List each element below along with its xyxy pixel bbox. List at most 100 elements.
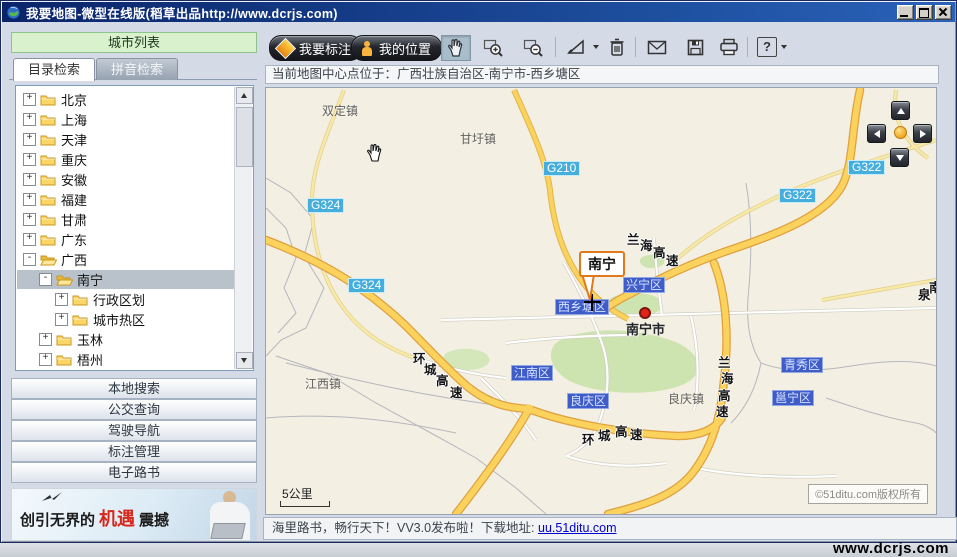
tree-item[interactable]: + 广东	[17, 230, 234, 249]
pan-down-button[interactable]	[890, 148, 909, 167]
expand-toggle-icon[interactable]: -	[39, 273, 52, 286]
pan-tool-button[interactable]	[441, 35, 471, 61]
save-icon	[687, 39, 704, 56]
scroll-up-button[interactable]	[236, 87, 253, 104]
town-label: 甘圩镇	[460, 130, 496, 147]
callout-pointer	[581, 273, 597, 302]
district-badge: 兴宁区	[623, 277, 665, 293]
expand-toggle-icon[interactable]: +	[39, 333, 52, 346]
help-button[interactable]: ?	[757, 37, 777, 57]
my-location-button[interactable]: 我的位置	[351, 35, 442, 61]
tree-item-label: 重庆	[61, 150, 87, 169]
town-label: 良庆镇	[668, 390, 704, 407]
email-tool-button[interactable]	[643, 35, 671, 59]
tree-item[interactable]: + 玉林	[17, 330, 234, 349]
tree-item[interactable]: +北京	[17, 90, 234, 109]
pan-left-button[interactable]	[867, 124, 886, 143]
cursor-hand-icon	[366, 143, 384, 163]
tree-item[interactable]: +上海	[17, 110, 234, 129]
tree-item[interactable]: +天津	[17, 130, 234, 149]
sidebar-section-1[interactable]: 本地搜索	[11, 378, 257, 399]
promo-text: 海里路书，畅行天下！VV3.0发布啦！下载地址:	[272, 521, 538, 535]
tree-item-label: 行政区划	[93, 290, 145, 309]
folder-closed-icon	[72, 293, 89, 306]
download-link[interactable]: uu.51ditu.com	[538, 521, 617, 535]
city-list-header: 城市列表	[11, 32, 257, 53]
town-label: 江西镇	[305, 375, 341, 392]
folder-closed-icon	[40, 133, 57, 146]
tree-item[interactable]: +甘肃	[17, 210, 234, 229]
folder-closed-icon	[40, 113, 57, 126]
road-badge: G210	[543, 161, 580, 176]
tree-item-label: 城市热区	[93, 310, 145, 329]
printer-icon	[719, 38, 739, 56]
ad-banner[interactable]: 创引无界的机遇震撼	[11, 488, 257, 541]
sidebar-section-5[interactable]: 电子路书	[11, 462, 257, 483]
sidebar: 城市列表 目录检索拼音检索 +北京+上海+天津+重庆+安徽+福建+甘肃+广东-广…	[9, 28, 259, 539]
scale-label: 5公里	[282, 485, 313, 502]
expand-toggle-icon[interactable]: +	[23, 173, 36, 186]
tree-item-label: 玉林	[77, 330, 103, 349]
tree-scrollbar[interactable]	[234, 87, 252, 369]
tree-item-label: 广东	[61, 230, 87, 249]
sidebar-section-4[interactable]: 标注管理	[11, 441, 257, 462]
expand-toggle-icon[interactable]: +	[23, 133, 36, 146]
tree-item[interactable]: +安徽	[17, 170, 234, 189]
map-callout-marker[interactable]: 南宁	[579, 251, 625, 277]
folder-closed-icon	[40, 93, 57, 106]
tree-item[interactable]: -广西	[17, 250, 234, 269]
tree-item-label: 南宁	[77, 270, 103, 289]
arrow-right-icon	[920, 130, 926, 138]
expand-toggle-icon[interactable]: +	[23, 93, 36, 106]
tree-item[interactable]: + 重庆	[17, 150, 234, 169]
tree-item[interactable]: +福建	[17, 190, 234, 209]
save-tool-button[interactable]	[681, 35, 709, 59]
tree-item[interactable]: +梧州	[17, 350, 234, 369]
tree-item[interactable]: - 南宁	[17, 270, 234, 289]
pan-center-button[interactable]	[894, 126, 907, 139]
zoom-in-tool-button[interactable]	[479, 35, 507, 59]
scale-bar	[280, 501, 330, 507]
ad-laptop	[210, 523, 245, 539]
sidebar-section-3[interactable]: 驾驶导航	[11, 420, 257, 441]
scroll-down-button[interactable]	[236, 352, 253, 369]
annotate-button[interactable]: 我要标注	[269, 35, 362, 61]
expand-toggle-icon[interactable]: +	[23, 233, 36, 246]
print-tool-button[interactable]	[715, 35, 743, 59]
expand-toggle-icon[interactable]: +	[23, 153, 36, 166]
expand-toggle-icon[interactable]: +	[23, 193, 36, 206]
tab-pinyin-search[interactable]: 拼音检索	[96, 58, 178, 80]
folder-closed-icon	[40, 153, 57, 166]
trash-icon	[609, 38, 625, 57]
folder-open-icon	[40, 253, 57, 266]
expand-toggle-icon[interactable]: +	[55, 293, 68, 306]
sidebar-section-2[interactable]: 公交查询	[11, 399, 257, 420]
tree-item[interactable]: + 城市热区	[17, 310, 234, 329]
scroll-thumb[interactable]	[236, 107, 253, 167]
help-dropdown-caret[interactable]	[781, 45, 787, 49]
measure-tool-button[interactable]	[563, 35, 591, 59]
folder-closed-icon	[40, 233, 57, 246]
expand-toggle-icon[interactable]: -	[23, 253, 36, 266]
district-badge: 邕宁区	[772, 390, 814, 406]
city-tree: +北京+上海+天津+重庆+安徽+福建+甘肃+广东-广西-南宁+行政区划+城市热区…	[15, 85, 254, 371]
expand-toggle-icon[interactable]: +	[23, 213, 36, 226]
expand-toggle-icon[interactable]: +	[55, 313, 68, 326]
expressway-label-char: 速	[716, 401, 729, 420]
pan-right-button[interactable]	[913, 124, 932, 143]
toolbar: 我要标注 我的位置	[263, 35, 949, 63]
zoom-out-tool-button[interactable]	[519, 35, 547, 59]
expand-toggle-icon[interactable]: +	[23, 113, 36, 126]
delete-tool-button[interactable]	[603, 35, 631, 59]
pan-up-button[interactable]	[891, 101, 910, 120]
measure-dropdown-caret[interactable]	[593, 45, 599, 49]
tab-directory-search[interactable]: 目录检索	[13, 58, 95, 81]
expressway-label-char: 城	[424, 359, 437, 378]
tree-item[interactable]: + 行政区划	[17, 290, 234, 309]
map-canvas[interactable]: G324G324G210G322G322兴宁区西乡塘区江南区良庆区青秀区邕宁区双…	[265, 87, 937, 515]
bird-icon	[40, 491, 66, 505]
expressway-label-char: 兰	[627, 229, 640, 248]
expand-toggle-icon[interactable]: +	[39, 353, 52, 366]
app-window: 我要地图-微型在线版(稻草出品http://www.dcrjs.com) 城市列…	[0, 0, 957, 543]
ad-text: 创引无界的机遇震撼	[20, 505, 169, 531]
